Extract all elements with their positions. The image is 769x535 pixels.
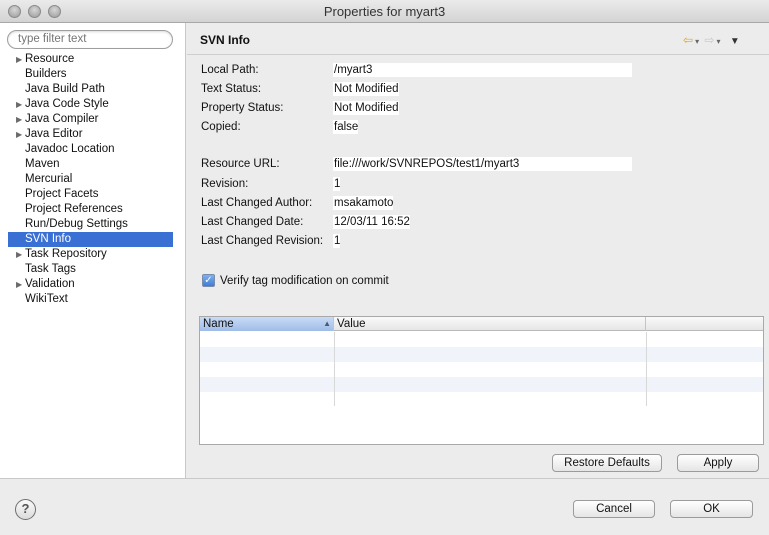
- tree-item-label: Mercurial: [25, 173, 73, 185]
- local-path-value: /myart3: [333, 63, 632, 77]
- text-status-value: Not Modified: [333, 82, 399, 96]
- column-header-value[interactable]: Value: [334, 317, 646, 331]
- tree-item-label: Task Repository: [25, 248, 107, 260]
- column-header-label: Name: [203, 318, 234, 330]
- table-header: Name ▲ Value: [200, 317, 763, 331]
- title-bar: Properties for myart3: [0, 0, 769, 23]
- verify-tag-label: Verify tag modification on commit: [220, 274, 389, 287]
- tree-item-label: Builders: [25, 68, 67, 80]
- expand-arrow-icon[interactable]: ▶: [16, 112, 22, 127]
- table-row: [200, 392, 763, 407]
- table-row: [200, 362, 763, 377]
- tree-item-label: Java Code Style: [25, 98, 109, 110]
- tree-item-label: Maven: [25, 158, 60, 170]
- tree-item-wikitext[interactable]: WikiText: [8, 292, 173, 307]
- revision-label: Revision:: [201, 178, 249, 190]
- revision-value: 1: [333, 177, 341, 191]
- ok-button[interactable]: OK: [670, 500, 753, 518]
- tree-item-resource[interactable]: ▶ Resource: [8, 52, 173, 67]
- forward-dropdown-icon[interactable]: ▾: [716, 37, 720, 46]
- category-tree: ▶ Resource Builders Java Build Path ▶ Java…: [8, 52, 173, 307]
- tree-item-label: Resource: [25, 53, 75, 65]
- expand-arrow-icon[interactable]: ▶: [16, 277, 22, 292]
- expand-arrow-icon[interactable]: ▶: [16, 127, 22, 142]
- column-divider: [646, 332, 647, 406]
- view-menu-icon[interactable]: ▼: [730, 36, 740, 47]
- copied-label: Copied:: [201, 121, 241, 133]
- table-row: [200, 332, 763, 347]
- help-icon[interactable]: ?: [15, 499, 36, 520]
- verify-tag-option[interactable]: ✓ Verify tag modification on commit: [202, 274, 389, 287]
- expand-arrow-icon[interactable]: ▶: [16, 52, 22, 67]
- tree-item-project-references[interactable]: Project References: [8, 202, 173, 217]
- history-nav: ⇦ ▾ ⇨ ▾ ▼: [683, 33, 742, 47]
- tree-item-label: Task Tags: [25, 263, 76, 275]
- column-header-label: Value: [337, 318, 366, 330]
- footer-divider: [0, 478, 769, 479]
- restore-defaults-button[interactable]: Restore Defaults: [552, 454, 662, 472]
- last-changed-revision-value: 1: [333, 234, 341, 248]
- column-header-name[interactable]: Name ▲: [200, 317, 334, 331]
- tree-item-svn-info[interactable]: SVN Info: [8, 232, 173, 247]
- tree-item-label: Project Facets: [25, 188, 99, 200]
- tree-item-javadoc-location[interactable]: Javadoc Location: [8, 142, 173, 157]
- header-divider: [187, 54, 769, 55]
- property-status-value: Not Modified: [333, 101, 399, 115]
- tree-item-java-compiler[interactable]: ▶ Java Compiler: [8, 112, 173, 127]
- tree-item-label: Java Build Path: [25, 83, 105, 95]
- filter-field[interactable]: [7, 30, 173, 49]
- tree-item-builders[interactable]: Builders: [8, 67, 173, 82]
- tree-item-label: WikiText: [25, 293, 68, 305]
- property-status-label: Property Status:: [201, 102, 284, 114]
- tree-item-project-facets[interactable]: Project Facets: [8, 187, 173, 202]
- table-row: [200, 377, 763, 392]
- tree-item-task-tags[interactable]: Task Tags: [8, 262, 173, 277]
- forward-arrow-icon[interactable]: ⇨: [704, 33, 714, 47]
- cancel-button[interactable]: Cancel: [573, 500, 655, 518]
- tree-item-label: Javadoc Location: [25, 143, 115, 155]
- window-title: Properties for myart3: [323, 4, 446, 19]
- tree-item-java-editor[interactable]: ▶ Java Editor: [8, 127, 173, 142]
- tree-item-label: Java Editor: [25, 128, 83, 140]
- back-arrow-icon[interactable]: ⇦: [683, 33, 693, 47]
- tree-item-task-repository[interactable]: ▶ Task Repository: [8, 247, 173, 262]
- verify-tag-checkbox[interactable]: ✓: [202, 274, 215, 287]
- last-changed-date-label: Last Changed Date:: [201, 216, 304, 228]
- column-divider: [334, 332, 335, 406]
- sort-ascending-icon: ▲: [323, 319, 331, 328]
- tree-item-label: SVN Info: [25, 233, 72, 245]
- tree-item-label: Run/Debug Settings: [25, 218, 128, 230]
- last-changed-date-value: 12/03/11 16:52: [333, 215, 410, 229]
- apply-button[interactable]: Apply: [677, 454, 759, 472]
- resource-url-label: Resource URL:: [201, 158, 280, 170]
- expand-arrow-icon[interactable]: ▶: [16, 247, 22, 262]
- tree-item-label: Project References: [25, 203, 123, 215]
- last-changed-revision-label: Last Changed Revision:: [201, 235, 324, 247]
- tree-item-label: Validation: [25, 278, 75, 290]
- properties-table[interactable]: Name ▲ Value: [199, 316, 764, 445]
- category-pane: ▶Resource Builders Java Build Path ▶Java…: [0, 23, 186, 478]
- tree-item-java-build-path[interactable]: Java Build Path: [8, 82, 173, 97]
- expand-arrow-icon[interactable]: ▶: [16, 97, 22, 112]
- tree-item-validation[interactable]: ▶ Validation: [8, 277, 173, 292]
- filter-input[interactable]: [18, 33, 166, 45]
- tree-item-maven[interactable]: Maven: [8, 157, 173, 172]
- resource-url-value: file:///work/SVNREPOS/test1/myart3: [333, 157, 632, 171]
- table-row: [200, 347, 763, 362]
- local-path-label: Local Path:: [201, 64, 259, 76]
- back-dropdown-icon[interactable]: ▾: [695, 37, 699, 46]
- last-changed-author-value: msakamoto: [333, 196, 394, 210]
- tree-item-label: Java Compiler: [25, 113, 99, 125]
- tree-item-run-debug-settings[interactable]: Run/Debug Settings: [8, 217, 173, 232]
- page-title: SVN Info: [200, 33, 250, 47]
- tree-item-java-code-style[interactable]: ▶ Java Code Style: [8, 97, 173, 112]
- copied-value: false: [333, 120, 359, 134]
- last-changed-author-label: Last Changed Author:: [201, 197, 313, 209]
- text-status-label: Text Status:: [201, 83, 262, 95]
- tree-item-mercurial[interactable]: Mercurial: [8, 172, 173, 187]
